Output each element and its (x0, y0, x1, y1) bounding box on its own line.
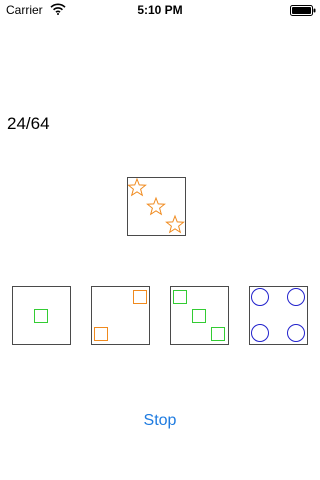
stop-button[interactable]: Stop (110, 412, 210, 434)
choice-card-2-symbols (94, 290, 147, 341)
status-time: 5:10 PM (137, 3, 183, 17)
choice-3-square-1 (173, 290, 187, 304)
target-star-3 (165, 214, 185, 234)
choice-3-square-3 (211, 327, 225, 341)
target-star-1 (128, 178, 147, 197)
choice-card-4[interactable] (249, 286, 308, 345)
choice-2-square-1 (133, 290, 147, 304)
choice-4-circle-3 (251, 324, 269, 342)
choice-4-circle-4 (287, 324, 305, 342)
choice-card-1[interactable] (12, 286, 71, 345)
status-bar: Carrier 5:10 PM (0, 0, 320, 20)
choice-4-circle-2 (287, 288, 305, 306)
progress-counter: 24/64 (7, 114, 50, 133)
choice-1-square-1 (34, 309, 48, 323)
choice-3-square-2 (192, 309, 206, 323)
choice-card-4-symbols (251, 288, 305, 342)
choice-card-1-symbols (34, 309, 48, 323)
choice-card-2[interactable] (91, 286, 150, 345)
target-star-2 (146, 196, 166, 216)
choice-4-circle-1 (251, 288, 269, 306)
choice-card-3-symbols (173, 290, 225, 341)
battery-icon (290, 5, 316, 16)
target-card-symbols (128, 178, 185, 234)
choice-card-3[interactable] (170, 286, 229, 345)
target-card (127, 177, 186, 236)
choice-2-square-2 (94, 327, 108, 341)
